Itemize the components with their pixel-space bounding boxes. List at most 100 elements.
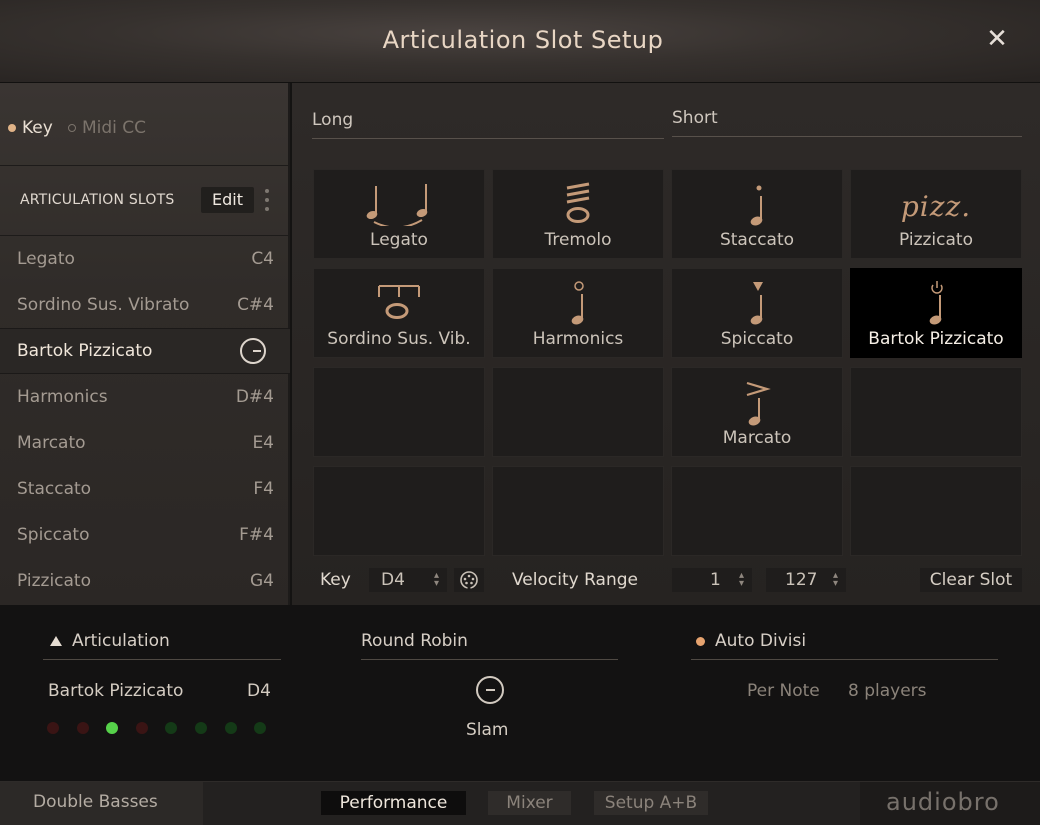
category-short[interactable]: Short	[672, 108, 1022, 137]
articulation-cell-empty[interactable]	[671, 466, 843, 556]
articulation-cell-empty[interactable]	[850, 367, 1022, 457]
status-bar: Double Basses Performance Mixer Setup A+…	[0, 781, 1040, 825]
articulation-browser: Long Short Legato Tremolo Staccato pizz.…	[292, 83, 1040, 605]
cell-label: Marcato	[722, 428, 792, 448]
slot-item[interactable]: Staccato F4	[0, 466, 290, 512]
cell-label: Legato	[370, 230, 428, 250]
articulation-cell-sordino[interactable]: Sordino Sus. Vib.	[313, 268, 485, 358]
auto-divisi-toggle-icon[interactable]	[696, 636, 705, 646]
auto-divisi-title: Auto Divisi	[715, 631, 807, 651]
brand-logo-text: audiobro	[886, 788, 1000, 816]
midi-cc-mode-label: Midi CC	[82, 118, 147, 138]
tab-setup[interactable]: Setup A+B	[594, 791, 708, 815]
tab-mixer[interactable]: Mixer	[488, 791, 571, 815]
slot-item[interactable]: Marcato E4	[0, 420, 290, 466]
slot-name: Marcato	[17, 433, 86, 453]
slot-item[interactable]: Pizzicato G4	[0, 558, 290, 604]
articulation-cell-marcato[interactable]: Marcato	[671, 367, 843, 457]
radio-unchecked-icon	[68, 124, 76, 132]
articulation-cell-tremolo[interactable]: Tremolo	[492, 169, 664, 259]
close-icon[interactable]: ✕	[983, 25, 1011, 53]
trigger-mode-row: Key Midi CC	[0, 83, 290, 166]
harmonics-icon	[571, 281, 584, 325]
dialog-title: Articulation Slot Setup	[382, 26, 664, 54]
slot-name: Bartok Pizzicato	[17, 341, 153, 361]
led-indicator	[76, 722, 89, 734]
midi-cc-mode-radio[interactable]: Midi CC	[68, 118, 146, 138]
cell-label: Tremolo	[544, 230, 612, 250]
auto-divisi-section-header[interactable]: Auto Divisi	[691, 631, 998, 660]
stepper-arrows-icon: ▴ ▾	[738, 570, 744, 589]
key-selector[interactable]: D4 ▴ ▾	[369, 568, 447, 592]
velocity-min-stepper[interactable]: 1 ▴ ▾	[672, 568, 752, 592]
key-mode-label: Key	[22, 118, 53, 138]
midi-learn-button[interactable]	[454, 568, 484, 592]
articulation-cell-bartok-pizzicato[interactable]: Bartok Pizzicato	[850, 268, 1022, 358]
tremolo-icon	[566, 182, 590, 223]
led-indicator	[194, 722, 207, 734]
slot-settings-row: Key D4 ▴ ▾ Velocity Range 1 ▴ ▾ 127 ▴ ▾ Cl	[292, 567, 1040, 597]
articulation-cell-empty[interactable]	[313, 367, 485, 457]
articulation-cell-empty[interactable]	[850, 466, 1022, 556]
performance-panel: Articulation Round Robin Auto Divisi Bar…	[0, 605, 1040, 781]
more-options-icon[interactable]	[264, 187, 270, 213]
articulation-leds	[47, 722, 267, 734]
velocity-max-value: 127	[785, 570, 818, 590]
key-label: Key	[320, 570, 351, 590]
velocity-min-value: 1	[710, 570, 721, 590]
key-value: D4	[381, 570, 405, 590]
articulation-cell-pizzicato[interactable]: pizz. Pizzicato	[850, 169, 1022, 259]
current-articulation-name: Bartok Pizzicato	[48, 681, 184, 701]
radio-checked-icon	[8, 124, 16, 132]
slot-key: C#4	[237, 295, 274, 315]
cell-label: Staccato	[719, 230, 795, 250]
legato-icon	[366, 184, 428, 226]
slot-key: D#4	[235, 387, 274, 407]
articulation-cell-empty[interactable]	[492, 367, 664, 457]
clear-slot-button[interactable]: Clear Slot	[920, 568, 1022, 592]
instrument-name[interactable]: Double Basses	[0, 782, 203, 825]
slot-item[interactable]: Legato C4	[0, 236, 290, 282]
tab-performance[interactable]: Performance	[321, 791, 466, 815]
slot-name: Sordino Sus. Vibrato	[17, 295, 190, 315]
round-robin-value: Slam	[466, 720, 509, 740]
cell-label: Pizzicato	[898, 230, 973, 250]
round-robin-title: Round Robin	[361, 631, 468, 651]
slot-item-active[interactable]: Bartok Pizzicato	[0, 328, 290, 374]
slot-key: F4	[253, 479, 274, 499]
slot-item[interactable]: Harmonics D#4	[0, 374, 290, 420]
led-indicator	[135, 722, 148, 734]
edit-button[interactable]: Edit	[201, 187, 254, 213]
round-robin-knob-icon[interactable]	[476, 676, 504, 704]
articulation-cell-empty[interactable]	[313, 466, 485, 556]
slot-list-panel: Key Midi CC ARTICULATION SLOTS Edit Lega…	[0, 83, 290, 605]
key-learn-icon[interactable]	[240, 338, 266, 364]
articulation-cell-harmonics[interactable]: Harmonics	[492, 268, 664, 358]
pizzicato-icon: pizz.	[900, 190, 972, 223]
articulation-cell-legato[interactable]: Legato	[313, 169, 485, 259]
velocity-max-stepper[interactable]: 127 ▴ ▾	[766, 568, 846, 592]
slot-item[interactable]: Sordino Sus. Vibrato C#4	[0, 282, 290, 328]
divisi-mode[interactable]: Per Note	[747, 681, 820, 701]
cell-label: Bartok Pizzicato	[868, 329, 1004, 349]
staccato-icon	[750, 185, 763, 226]
articulation-cell-staccato[interactable]: Staccato	[671, 169, 843, 259]
articulation-cell-spiccato[interactable]: Spiccato	[671, 268, 843, 358]
slot-key: G4	[250, 571, 274, 591]
key-mode-radio[interactable]: Key	[8, 118, 53, 138]
category-long[interactable]: Long	[312, 110, 664, 139]
articulation-section-header[interactable]: Articulation	[43, 631, 281, 660]
midi-plug-icon	[460, 571, 478, 589]
spiccato-icon	[750, 282, 763, 325]
sordino-icon	[378, 285, 420, 319]
articulation-slots-title: ARTICULATION SLOTS	[20, 192, 175, 208]
articulation-cell-empty[interactable]	[492, 466, 664, 556]
bartok-icon	[929, 281, 943, 325]
stepper-arrows-icon: ▴ ▾	[433, 570, 439, 589]
collapse-triangle-icon	[50, 636, 62, 646]
velocity-range-label: Velocity Range	[512, 570, 638, 590]
slot-item[interactable]: Spiccato F#4	[0, 512, 290, 558]
divisi-players[interactable]: 8 players	[848, 681, 927, 701]
slot-key: F#4	[239, 525, 274, 545]
led-indicator	[165, 722, 178, 734]
